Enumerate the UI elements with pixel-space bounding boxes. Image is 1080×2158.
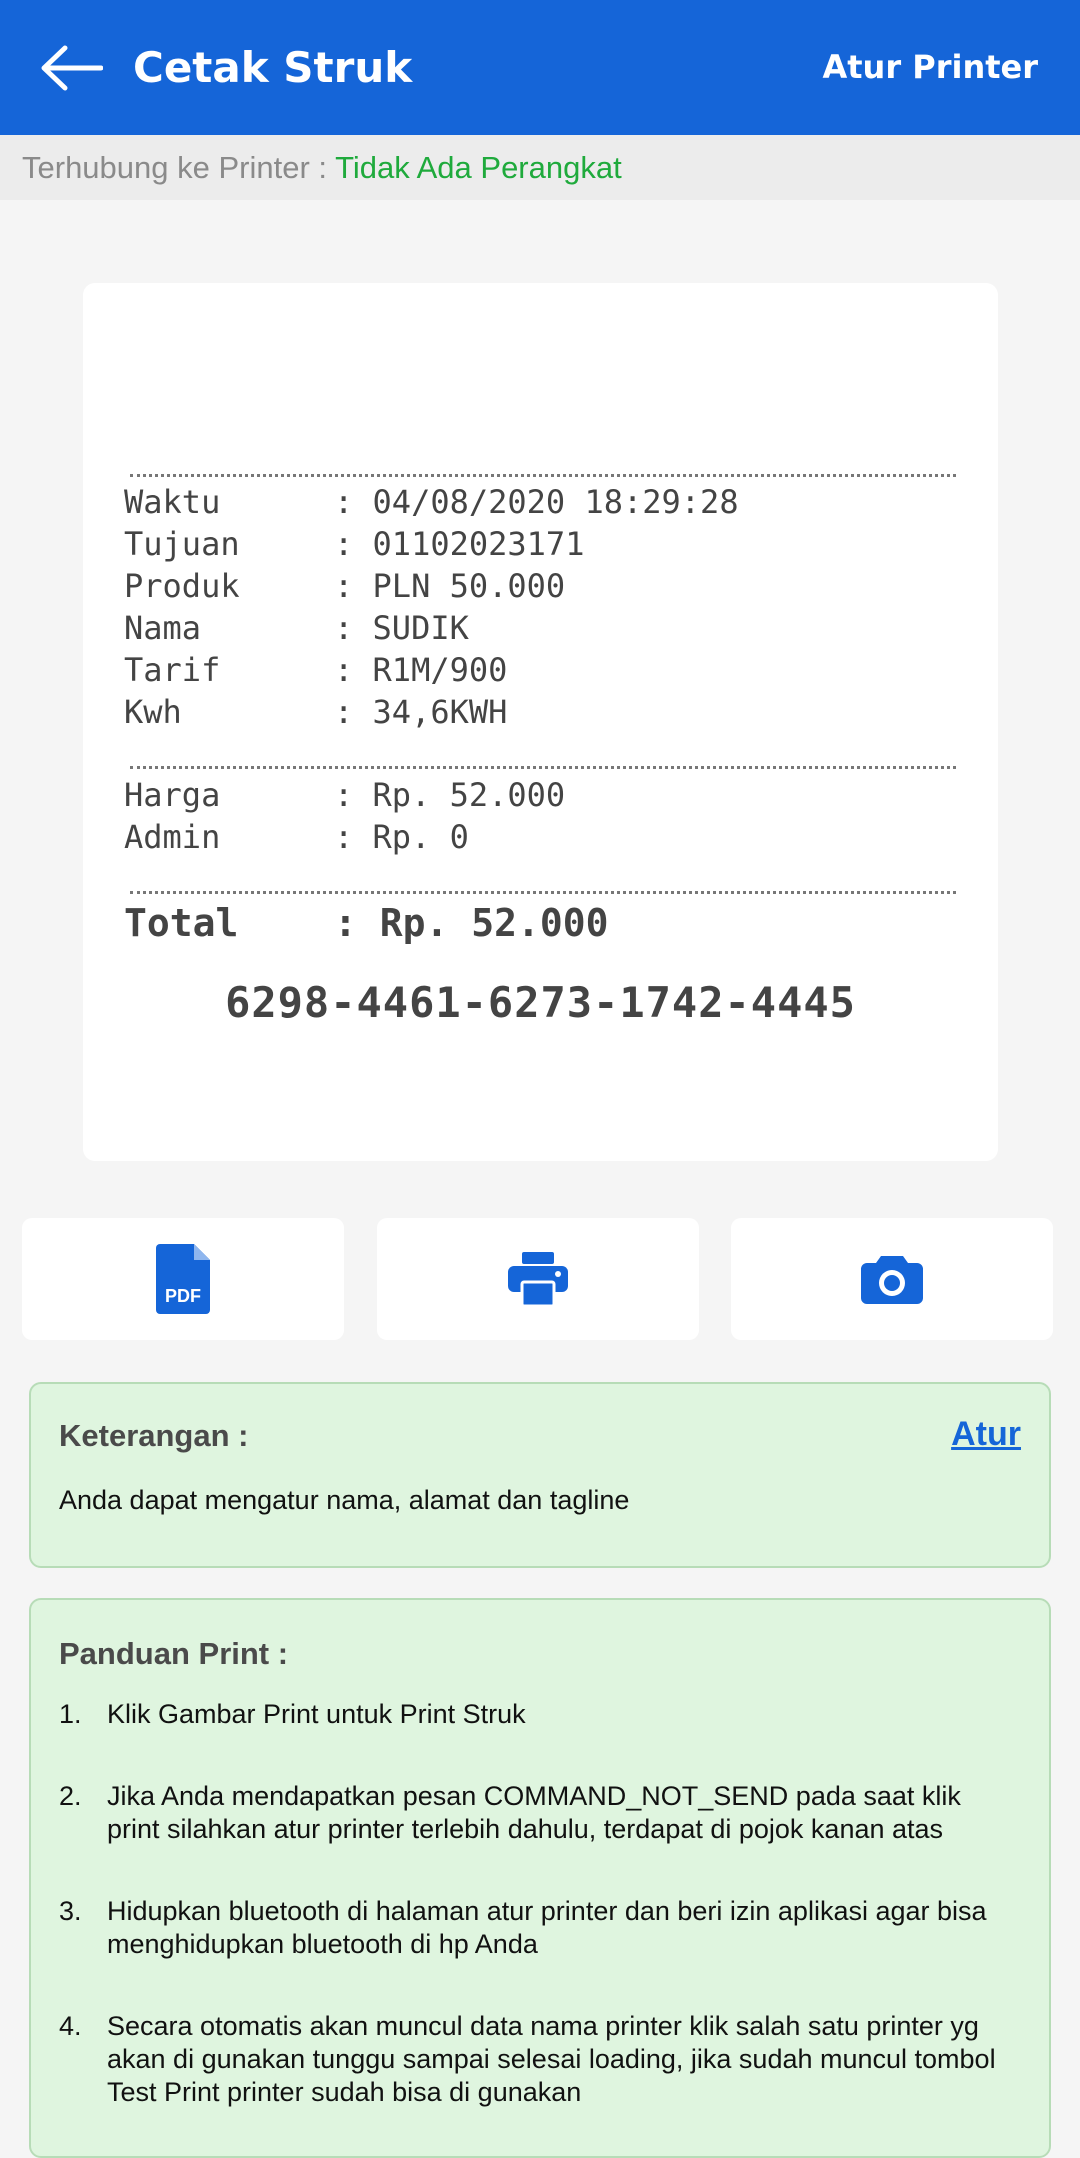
print-button[interactable] bbox=[377, 1218, 699, 1340]
receipt-total: Total: Rp. 52.000 bbox=[124, 901, 609, 945]
app-bar: Cetak Struk Atur Printer bbox=[0, 0, 1080, 135]
token-number: 6298-4461-6273-1742-4445 bbox=[225, 978, 856, 1027]
guide-item: 1. Klik Gambar Print untuk Print Struk bbox=[59, 1699, 526, 1729]
edit-info-link[interactable]: Atur bbox=[951, 1415, 1021, 1454]
printer-icon bbox=[508, 1252, 568, 1306]
screenshot-button[interactable] bbox=[731, 1218, 1053, 1340]
printer-status-value: Tidak Ada Perangkat bbox=[335, 150, 622, 185]
info-title: Keterangan : bbox=[59, 1418, 249, 1453]
print-guide-box: Panduan Print : 1. Klik Gambar Print untu… bbox=[29, 1598, 1051, 2158]
guide-title: Panduan Print : bbox=[59, 1636, 289, 1671]
arrow-left-icon bbox=[41, 45, 103, 91]
printer-status-bar: Terhubung ke Printer : Tidak Ada Perangk… bbox=[0, 135, 1080, 200]
pdf-file-icon: PDF bbox=[156, 1244, 210, 1314]
camera-icon bbox=[861, 1256, 923, 1304]
receipt-row: Tarif: R1M/900 bbox=[124, 651, 508, 689]
receipt-row: Nama: SUDIK bbox=[124, 609, 469, 647]
receipt-row: Tujuan: 01102023171 bbox=[124, 525, 585, 563]
printer-settings-button[interactable]: Atur Printer bbox=[822, 0, 1038, 135]
receipt-row: Kwh: 34,6KWH bbox=[124, 693, 508, 731]
page-title: Cetak Struk bbox=[133, 43, 413, 92]
info-text: Anda dapat mengatur nama, alamat dan tag… bbox=[59, 1485, 630, 1515]
receipt-divider bbox=[130, 474, 956, 477]
pdf-icon-label: PDF bbox=[165, 1286, 201, 1306]
save-pdf-button[interactable]: PDF bbox=[22, 1218, 344, 1340]
back-button[interactable] bbox=[36, 38, 106, 98]
receipt-preview: Waktu: 04/08/2020 18:29:28 Tujuan: 01102… bbox=[83, 283, 998, 1161]
printer-status-label: Terhubung ke Printer : bbox=[22, 150, 336, 185]
receipt-row: Waktu: 04/08/2020 18:29:28 bbox=[124, 483, 739, 521]
receipt-row: Harga: Rp. 52.000 bbox=[124, 776, 566, 814]
guide-item: 4. Secara otomatis akan muncul data nama … bbox=[59, 2011, 996, 2107]
receipt-row: Produk: PLN 50.000 bbox=[124, 567, 566, 605]
guide-item: 2. Jika Anda mendapatkan pesan COMMAND_NO… bbox=[59, 1781, 961, 1844]
guide-item: 3. Hidupkan bluetooth di halaman atur pri… bbox=[59, 1896, 987, 1959]
info-box: Keterangan : Atur Anda dapat mengatur na… bbox=[29, 1382, 1051, 1568]
receipt-row: Admin: Rp. 0 bbox=[124, 818, 469, 856]
receipt-divider bbox=[130, 891, 956, 894]
receipt-divider bbox=[130, 766, 956, 769]
